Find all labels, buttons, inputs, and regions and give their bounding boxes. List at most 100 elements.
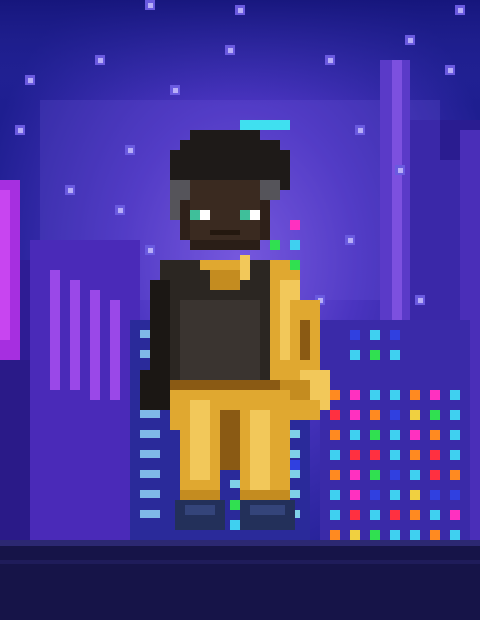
star [68,188,73,193]
window-neon [390,390,400,400]
window-neon [370,470,380,480]
star [118,208,123,213]
window-neon [370,510,380,520]
window-light [140,470,160,478]
star [173,88,178,93]
window-light [140,450,160,458]
window-neon [370,490,380,500]
window-neon [330,390,340,400]
window-light [140,510,160,518]
window-neon [410,430,420,440]
window-neon [330,430,340,440]
window-neon [430,450,440,460]
window-neon [370,390,380,400]
star [458,8,463,13]
star [98,58,103,63]
neon-light [290,260,300,270]
window-neon [330,450,340,460]
neon-light [230,500,240,510]
star [398,168,403,173]
window-neon [450,410,460,420]
window-neon [330,530,340,540]
window-neon [390,530,400,540]
window-light [140,490,160,498]
window-neon [370,410,380,420]
star [148,3,153,8]
window-neon [410,470,420,480]
game-scene [0,0,480,620]
window-neon [430,490,440,500]
star [128,148,133,153]
window-neon [450,430,460,440]
window-neon [370,430,380,440]
window-neon [350,350,360,360]
window-neon [370,350,380,360]
window-neon [350,530,360,540]
star [328,58,333,63]
window-neon [450,450,460,460]
window-neon [410,530,420,540]
window-neon [350,390,360,400]
star [148,248,153,253]
window-neon [390,430,400,440]
star [228,48,233,53]
neon-light [270,240,280,250]
star [238,8,243,13]
ground [0,540,480,620]
star [448,68,453,73]
window-neon [350,490,360,500]
window-neon [430,390,440,400]
window-neon [350,330,360,340]
window-neon [450,530,460,540]
window-neon [410,390,420,400]
window-neon [350,430,360,440]
window-neon [350,450,360,460]
window-neon [330,510,340,520]
window-light [290,490,300,498]
window-neon [350,410,360,420]
star [418,298,423,303]
window-light [290,450,300,458]
window-neon [410,510,420,520]
window-neon [430,470,440,480]
window-neon [390,490,400,500]
window-neon [350,510,360,520]
window-neon [450,390,460,400]
neon-light [230,520,240,530]
star [348,238,353,243]
window-neon [390,470,400,480]
neon-light [290,240,300,250]
neon-light [290,460,300,470]
window-neon [410,490,420,500]
window-neon [350,470,360,480]
star [28,78,33,83]
window-light [290,430,300,438]
window-light [230,480,240,488]
window-neon [330,410,340,420]
window-neon [390,410,400,420]
window-neon [390,350,400,360]
window-neon [450,510,460,520]
window-neon [390,450,400,460]
window-light [140,410,160,418]
window-neon [450,490,460,500]
window-neon [370,530,380,540]
window-neon [410,450,420,460]
window-neon [390,330,400,340]
star [408,38,413,43]
window-neon [430,510,440,520]
star [18,128,23,133]
window-neon [410,410,420,420]
star [358,128,363,133]
window-neon [430,530,440,540]
window-neon [390,510,400,520]
window-neon [430,430,440,440]
window-neon [430,410,440,420]
window-neon [330,470,340,480]
scene-canvas [0,0,480,620]
window-neon [370,450,380,460]
window-neon [370,330,380,340]
neon-light [290,220,300,230]
halo-icon [240,120,290,130]
window-neon [330,490,340,500]
